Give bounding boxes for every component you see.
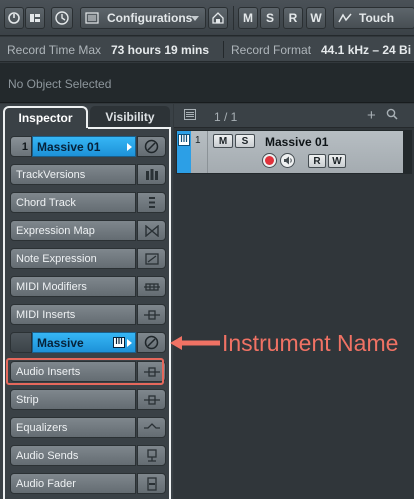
automation-mode-dropdown[interactable]: Touch — [333, 7, 414, 29]
track-row-number: 1 — [195, 135, 201, 146]
monitor-button[interactable] — [280, 153, 295, 168]
section-audio-fader[interactable]: Audio Fader — [10, 473, 166, 494]
configurations-dropdown[interactable]: Configurations — [80, 7, 206, 29]
chevron-right-icon — [127, 339, 132, 347]
record-time-label: Record Time Max — [7, 43, 102, 57]
chord-icon — [137, 192, 166, 213]
mute-all-button[interactable]: M — [238, 7, 258, 29]
event-infoline: No Object Selected — [0, 63, 414, 103]
section-midi-inserts[interactable]: MIDI Inserts — [10, 304, 166, 325]
edit-instrument-icon[interactable] — [137, 136, 166, 157]
info-line: Record Time Max 73 hours 19 mins Record … — [0, 37, 414, 62]
constrain-delay-icon[interactable] — [4, 7, 24, 29]
instrument-track-icon — [178, 134, 190, 146]
track-name[interactable]: Massive 01 — [32, 136, 136, 157]
track-solo-button[interactable]: S — [235, 134, 255, 148]
read-all-button[interactable]: R — [283, 7, 303, 29]
tab-visibility[interactable]: Visibility — [90, 106, 170, 128]
record-format-value: 44.1 kHz – 24 Bi — [321, 43, 412, 57]
speaker-icon — [283, 156, 292, 165]
record-icon — [265, 156, 274, 165]
audio-inserts-highlight — [6, 358, 164, 385]
track-list: 1 / 1 + 1 M S Massive 01 R W — [174, 104, 414, 499]
fader-icon — [137, 473, 166, 494]
solo-all-button[interactable]: S — [260, 7, 280, 29]
section-strip[interactable]: Strip — [10, 389, 166, 410]
add-track-icon[interactable]: + — [367, 107, 376, 124]
touch-label: Touch — [359, 11, 395, 25]
inspector-tabs: Inspector Visibility — [0, 104, 173, 128]
edit-instrument-icon[interactable] — [137, 332, 166, 353]
equalizer-icon — [137, 417, 166, 438]
track-color-strip — [177, 131, 191, 173]
home-icon[interactable] — [208, 7, 228, 29]
record-time-value: 73 hours 19 mins — [111, 43, 210, 57]
layout-icon[interactable] — [25, 7, 45, 29]
expression-map-icon — [137, 220, 166, 241]
track-row[interactable]: 1 M S Massive 01 R W — [176, 130, 412, 174]
section-note-expression[interactable]: Note Expression — [10, 248, 166, 269]
note-expression-icon — [137, 248, 166, 269]
inspector-panel: Inspector Visibility 1 Massive 01 TrackV… — [0, 104, 173, 499]
section-chord-track[interactable]: Chord Track — [10, 192, 166, 213]
no-object-selected-text: No Object Selected — [8, 77, 112, 91]
keyboard-icon — [113, 337, 125, 351]
section-equalizers[interactable]: Equalizers — [10, 417, 166, 438]
record-format-label: Record Format — [231, 43, 312, 57]
versions-icon — [137, 164, 166, 185]
metronome-icon[interactable] — [51, 7, 73, 29]
annotation-arrow-icon — [170, 336, 220, 350]
track-read-button[interactable]: R — [308, 154, 326, 168]
instrument-name[interactable]: Massive — [32, 332, 136, 353]
automation-icon — [338, 13, 352, 23]
midi-inserts-icon — [137, 304, 166, 325]
search-icon[interactable] — [386, 108, 398, 123]
track-write-button[interactable]: W — [328, 154, 346, 168]
record-enable-button[interactable] — [262, 153, 277, 168]
track-row-name[interactable]: Massive 01 — [265, 135, 328, 149]
sends-icon — [137, 445, 166, 466]
write-all-button[interactable]: W — [306, 7, 326, 29]
instrument-row[interactable]: Massive — [10, 332, 166, 353]
section-midi-modifiers[interactable]: MIDI Modifiers — [10, 276, 166, 297]
track-list-menu-icon[interactable] — [184, 109, 196, 123]
section-audio-sends[interactable]: Audio Sends — [10, 445, 166, 466]
annotation-label: Instrument Name — [222, 330, 399, 356]
chevron-down-icon — [191, 16, 199, 21]
tab-inspector[interactable]: Inspector — [3, 106, 88, 128]
inspector-track-header[interactable]: 1 Massive 01 — [10, 136, 166, 157]
track-count: 1 / 1 — [214, 110, 238, 124]
track-list-header: 1 / 1 + — [174, 104, 414, 128]
section-trackversions[interactable]: TrackVersions — [10, 164, 166, 185]
track-number: 1 — [10, 136, 32, 157]
midi-modifiers-icon — [137, 276, 166, 297]
track-mute-button[interactable]: M — [213, 134, 233, 148]
strip-icon — [137, 389, 166, 410]
list-icon — [85, 12, 99, 24]
top-toolbar: Configurations M S R W Touch — [0, 0, 414, 36]
configurations-label: Configurations — [107, 11, 193, 25]
chevron-right-icon — [127, 143, 132, 151]
section-expression-map[interactable]: Expression Map — [10, 220, 166, 241]
